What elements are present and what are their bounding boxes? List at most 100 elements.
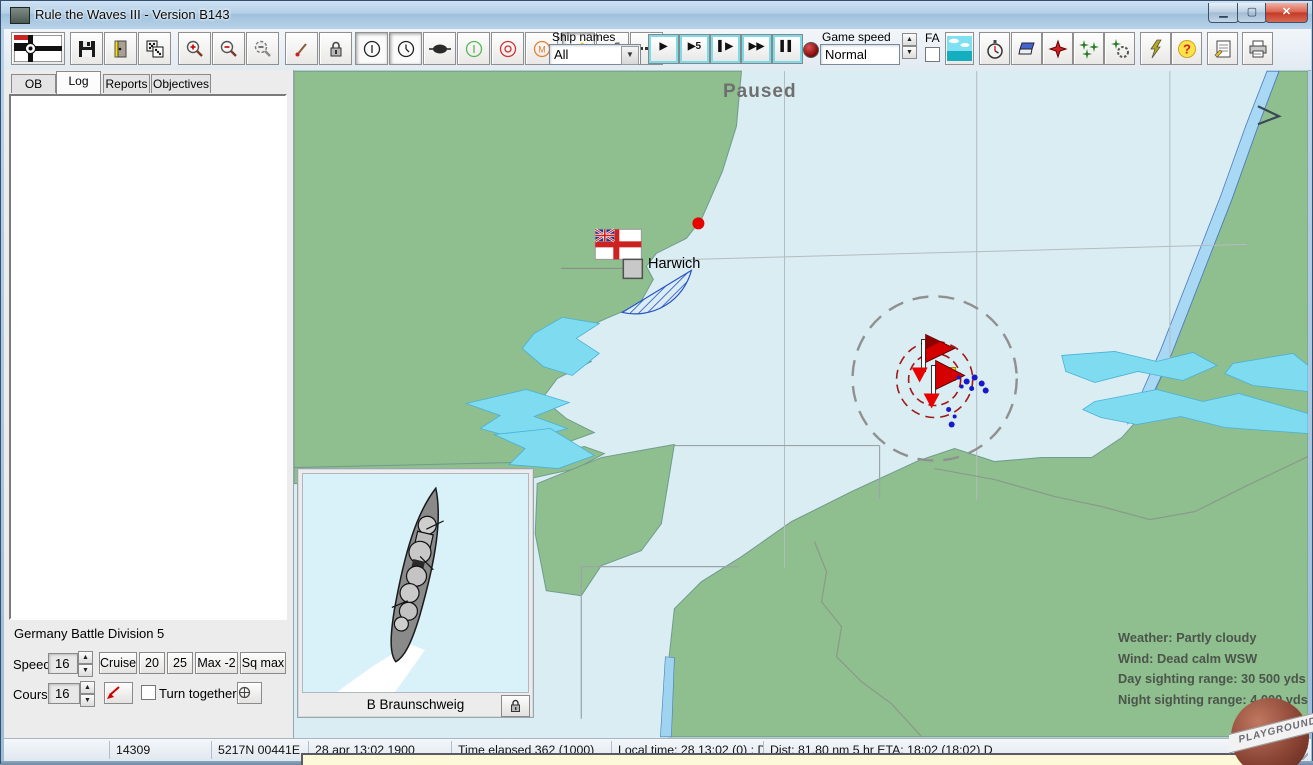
zoom-out-button[interactable] [212,32,245,65]
zoom-in-icon [185,39,204,58]
app-icon [10,7,30,24]
port-label: Harwich [648,256,700,272]
sky-sea-icon [947,36,972,61]
draw-course-button[interactable] [285,32,318,65]
flash-events-button[interactable] [1140,32,1171,65]
print-button[interactable] [1242,32,1273,65]
save-button[interactable] [70,32,103,65]
air-patrols-button[interactable] [1073,32,1104,65]
play-5x-button[interactable]: ▶5 [680,35,709,63]
weather-view-button[interactable] [945,32,974,65]
speed-20-button[interactable]: 20 [139,652,165,674]
weather-line: Day sighting range: 30 500 yds [1118,669,1308,690]
zoom-fit-button[interactable] [246,32,279,65]
close-button[interactable]: ✕ [1265,3,1308,23]
maximize-button[interactable]: ▢ [1237,3,1267,23]
stopwatch-button[interactable] [979,32,1010,65]
air-strike-button[interactable] [1042,32,1073,65]
pause-button[interactable]: ▌▌ [773,35,802,63]
circle-i-icon [362,39,382,59]
spinner-up-icon[interactable]: ▲ [80,681,95,694]
marker-ship-oval-button[interactable] [423,32,456,65]
speed-spinner[interactable]: ▲ ▼ [78,651,93,677]
notepad-icon [1213,39,1233,59]
eraser-icon [1017,41,1037,57]
marker-circle-clock-button[interactable] [389,32,422,65]
spinner-up-icon[interactable]: ▲ [78,651,93,664]
log-listbox[interactable] [9,94,287,620]
port-square-marker[interactable] [623,259,642,278]
air-settings-button[interactable] [1104,32,1135,65]
speed-value[interactable]: 16 [48,653,78,674]
spinner-down-icon[interactable]: ▼ [80,694,95,707]
help-button[interactable]: ? [1171,32,1202,65]
marker-green-circle-button[interactable] [457,32,490,65]
speed-label: Speed [13,657,51,672]
spinner-down-icon[interactable]: ▼ [902,46,917,59]
turn-together-checkbox[interactable] [141,685,156,700]
lock-view-button[interactable] [319,32,352,65]
fa-checkbox[interactable] [925,47,940,62]
status-led [803,42,819,58]
course-spinner[interactable]: ▲ ▼ [80,681,95,707]
report-button[interactable] [1207,32,1238,65]
marker-circle-i-button[interactable] [355,32,388,65]
course-value[interactable]: 16 [48,683,80,704]
padlock-icon [327,40,345,58]
spinner-up-icon[interactable]: ▲ [902,33,917,46]
german-ensign-icon [14,35,62,62]
tab-reports[interactable]: Reports [103,74,150,93]
chevron-down-icon[interactable]: ▼ [621,46,639,65]
padlock-icon [509,699,522,713]
dice-button[interactable] [138,32,171,65]
game-speed-spinner[interactable]: ▲ ▼ [902,33,917,59]
ship-wake [337,644,425,692]
step-button[interactable]: ▌▶ [711,35,740,63]
speed-max-button[interactable]: Max -2 [195,652,238,674]
zoom-in-button[interactable] [178,32,211,65]
tab-ob[interactable]: OB [11,74,56,93]
spinner-down-icon[interactable]: ▼ [78,664,93,677]
weather-line: Wind: Dead calm WSW [1118,649,1308,670]
ship-hull-group [380,485,451,666]
tab-objectives[interactable]: Objectives [151,74,211,93]
background-window-strip [301,753,1246,765]
formation-button[interactable] [237,682,262,704]
status-counter: 14309 [109,741,211,759]
eraser-button[interactable] [1011,32,1042,65]
port-dot [692,217,704,229]
exit-door-button[interactable] [104,32,137,65]
ship-oval-icon [429,42,451,56]
ship-names-select[interactable]: All ▼ [549,44,641,65]
nation-flag-button[interactable] [11,32,65,65]
white-ensign-flag [595,229,641,259]
help-icon: ? [1177,39,1197,59]
main-toolbar: M Ship names All ▼ ▶ ▶5 [4,29,1311,71]
status-coordinates: 5217N 00441E [211,741,308,759]
lock-ship-view-button[interactable] [501,695,530,717]
speed-25-button[interactable]: 25 [167,652,193,674]
red-arrow-icon [105,686,121,701]
play-button[interactable]: ▶ [649,35,678,63]
svg-text:M: M [538,44,546,54]
ship-detail-inset: B Braunschweig [297,468,534,718]
ship-names-value: All [554,47,568,62]
game-speed-select[interactable]: Normal [820,44,900,65]
tab-log[interactable]: Log [56,71,101,94]
speed-sqmax-button[interactable]: Sq max [240,652,286,674]
svg-text:?: ? [1183,41,1191,56]
set-course-button[interactable] [104,682,133,704]
ship-name-label: B Braunschweig [302,695,529,715]
marker-red-circle-button[interactable] [491,32,524,65]
fast-forward-button[interactable]: ▶▶ [742,35,771,63]
channel-watermark: PLAYGROUND [1229,696,1313,765]
save-disk-icon [78,40,96,58]
zoom-out-icon [219,39,238,58]
ship-top-view [303,474,528,692]
enemy-contact-markers[interactable] [946,374,989,427]
speed-cruise-button[interactable]: Cruise [99,652,137,674]
ship-names-label: Ship names [552,30,615,44]
minimize-button[interactable]: ▁ [1208,3,1239,23]
division-title: Germany Battle Division 5 [14,626,164,641]
zoom-fit-icon [253,39,272,58]
